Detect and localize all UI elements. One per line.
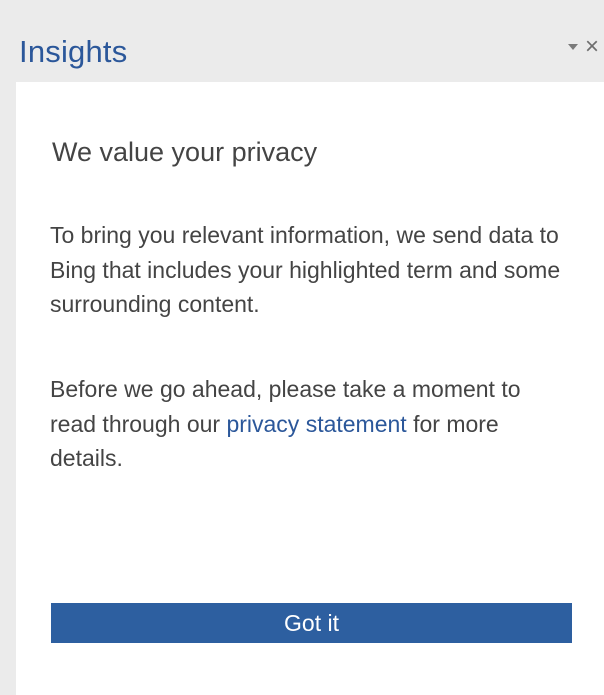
chevron-down-icon[interactable] [568,44,578,50]
card-heading: We value your privacy [52,137,318,167]
privacy-card: We value your privacy To bring you relev… [16,82,604,695]
insights-pane: Insights × We value your privacy To brin… [0,0,604,695]
got-it-button[interactable]: Got it [51,603,572,643]
pane-header: Insights × [0,0,604,82]
close-icon[interactable]: × [585,32,599,62]
privacy-statement-link[interactable]: privacy statement [226,411,406,437]
privacy-paragraph-2: Before we go ahead, please take a moment… [50,372,570,476]
privacy-paragraph-1: To bring you relevant information, we se… [50,222,561,317]
pane-title: Insights [19,34,128,69]
pane-side-rail [0,82,16,695]
